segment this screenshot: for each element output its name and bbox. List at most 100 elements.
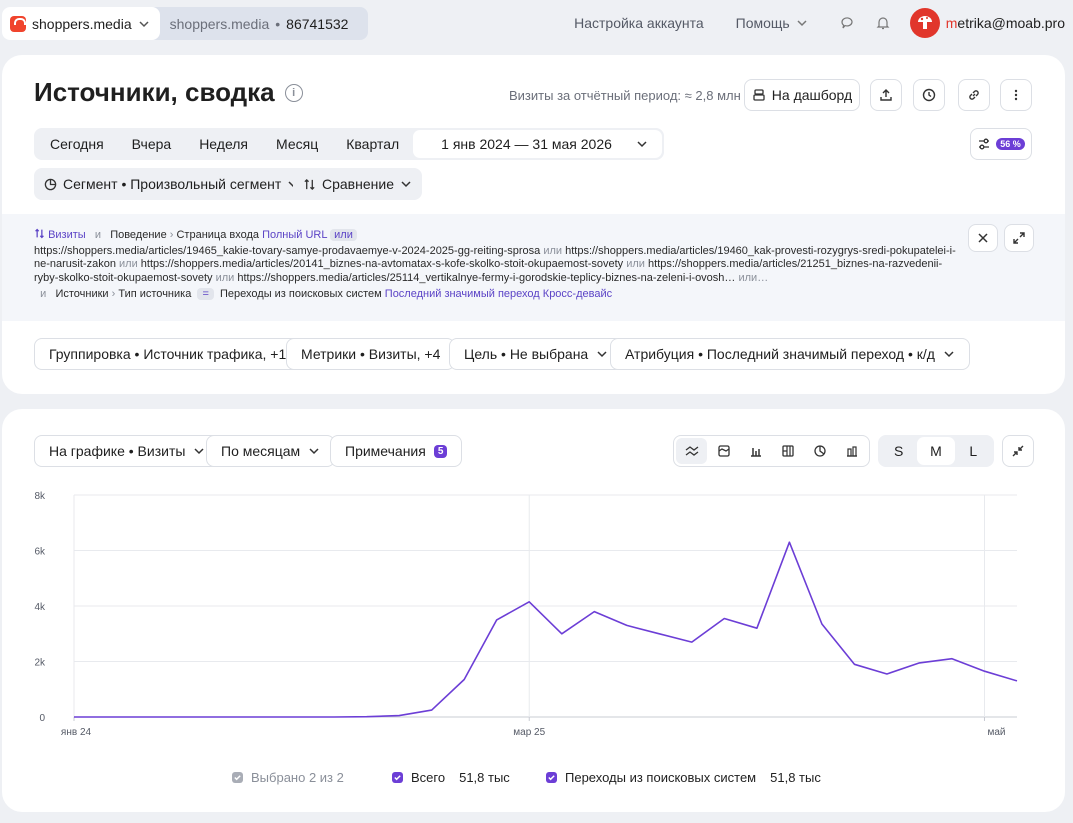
collapse-chart-button[interactable] (1002, 435, 1034, 467)
help-label: Помощь (735, 15, 790, 31)
site-name: shoppers.media (32, 15, 132, 32)
clear-filters-button[interactable] (968, 224, 998, 252)
compare-button[interactable]: Сравнение (293, 168, 422, 200)
stacked-area-icon[interactable] (708, 438, 739, 464)
y-tick-label: 0 (39, 713, 45, 724)
legend-select-all[interactable]: Выбрано 2 из 2 (232, 770, 344, 785)
legend-item-value: 51,8 тыс (459, 769, 510, 785)
x-tick-label: май (987, 727, 1005, 738)
chevron-down-icon (637, 141, 647, 148)
expand-icon (1013, 232, 1025, 244)
chevron-down-icon (401, 181, 411, 188)
column-chart-icon[interactable] (836, 438, 867, 464)
filter-line-behavior: Визиты и Поведение › Страница входа Полн… (34, 228, 1033, 243)
chart-metric-button[interactable]: На графике • Визиты (34, 435, 221, 467)
filter-and: и (40, 288, 47, 300)
chat-icon[interactable] (838, 14, 856, 32)
filter-operator[interactable]: = (197, 288, 214, 300)
period-quarter[interactable]: Квартал (332, 136, 413, 152)
site-switcher[interactable]: shoppers.media shoppers.media • 86741532 (2, 7, 369, 40)
counter-selector[interactable]: shoppers.media • 86741532 (160, 16, 369, 32)
line-chart-icon[interactable] (676, 438, 707, 464)
share-link-button[interactable] (958, 79, 990, 111)
filter-field[interactable]: Полный URL (262, 229, 327, 241)
attribution-button[interactable]: Атрибуция • Последний значимый переход •… (610, 338, 970, 370)
add-to-dashboard-button[interactable]: На дашборд (744, 79, 860, 111)
size-m[interactable]: M (917, 437, 955, 465)
segment-label: Сегмент • Произвольный сегмент (63, 176, 282, 192)
goal-button[interactable]: Цель • Не выбрана (449, 338, 624, 370)
series-line (74, 541, 1018, 718)
user-login-prefix: m (945, 15, 958, 31)
history-button[interactable] (913, 79, 945, 111)
filter-or: или (215, 271, 235, 284)
filter-url: https://shoppers.media/articles/20141_bi… (140, 258, 624, 270)
chart-size-selector: S M L (878, 435, 994, 467)
size-l[interactable]: L (955, 437, 992, 465)
notes-button[interactable]: Примечания 5 (330, 435, 463, 467)
period-yesterday[interactable]: Вчера (118, 136, 186, 152)
site-logo-icon (10, 15, 26, 32)
info-icon[interactable]: i (284, 83, 303, 102)
filter-operator[interactable]: или (330, 229, 357, 241)
more-button[interactable] (1000, 79, 1032, 111)
chevron-down-icon (597, 351, 607, 358)
chevron-down-icon (944, 351, 954, 358)
sampling-button[interactable]: 56 % (970, 128, 1032, 160)
counter-id: 86741532 (286, 15, 349, 32)
filter-cross-device[interactable]: Кросс-девайс (543, 288, 612, 300)
dashboard-label: На дашборд (771, 87, 853, 103)
legend-item-total[interactable]: Всего 51,8 тыс (392, 770, 510, 785)
period-grouping-button[interactable]: По месяцам (206, 435, 336, 467)
site-selector[interactable]: shoppers.media (2, 7, 160, 40)
filter-more[interactable]: или… (738, 272, 768, 284)
period-week[interactable]: Неделя (185, 136, 262, 152)
filter-attribution[interactable]: Последний значимый переход (385, 288, 540, 300)
compare-label: Сравнение (322, 176, 394, 192)
chevron-down-icon (139, 20, 149, 27)
grouping-label: Группировка • Источник трафика, +1 (49, 346, 287, 362)
filter-or: или (626, 258, 645, 270)
checkbox-icon (392, 771, 403, 783)
treemap-icon[interactable] (772, 438, 803, 464)
chevron-down-icon (797, 20, 807, 27)
filter-metric[interactable]: Визиты (48, 229, 86, 241)
account-settings-link[interactable]: Настройка аккаунта (574, 15, 704, 31)
pie-segment-icon (44, 178, 57, 190)
segment-button[interactable]: Сегмент • Произвольный сегмент (34, 168, 310, 200)
goal-label: Цель • Не выбрана (464, 346, 589, 362)
legend-item-search[interactable]: Переходы из поисковых систем 51,8 тыс (546, 770, 821, 785)
chart-legend: Выбрано 2 из 2 Всего 51,8 тыс Переходы и… (2, 767, 1065, 787)
chevron-down-icon (194, 448, 204, 455)
period-today[interactable]: Сегодня (36, 136, 118, 152)
period-month[interactable]: Месяц (262, 136, 332, 152)
bar-chart-icon[interactable] (740, 438, 771, 464)
clock-icon (922, 88, 936, 102)
legend-selected-count: Выбрано 2 из 2 (251, 769, 344, 785)
metrics-button[interactable]: Метрики • Визиты, +4 (286, 338, 456, 370)
period-grouping-label: По месяцам (221, 443, 301, 459)
filter-category: Источники (55, 288, 109, 300)
filter-line-sources: и Источники › Тип источника = Переходы и… (40, 288, 613, 300)
compare-arrows-icon (35, 228, 44, 239)
counter-name: shoppers.media (169, 15, 270, 32)
grouping-button[interactable]: Группировка • Источник трафика, +1 (34, 338, 302, 370)
x-tick-label: мар 25 (513, 727, 545, 738)
user-menu[interactable]: metrika@moab.pro (909, 8, 1065, 38)
visits-summary: Визиты за отчётный период: ≈ 2,8 млн (509, 88, 741, 103)
page-title: Источники, сводка (34, 77, 275, 107)
date-range-picker[interactable]: 1 янв 2024 — 31 мая 2026 (413, 130, 662, 158)
sliders-icon (979, 138, 990, 150)
page-title-wrap: Источники, сводка i (34, 77, 303, 108)
filter-url: https://shoppers.media/articles/19465_ka… (34, 244, 541, 257)
legend-item-name: Переходы из поисковых систем (565, 769, 757, 785)
segment-filters: Визиты и Поведение › Страница входа Полн… (2, 214, 1065, 321)
bell-icon[interactable] (874, 14, 892, 32)
legend-item-name: Всего (411, 769, 446, 785)
expand-filters-button[interactable] (1004, 224, 1034, 252)
size-s[interactable]: S (880, 437, 917, 465)
export-button[interactable] (870, 79, 902, 111)
filter-subcategory: Тип источника (118, 288, 192, 300)
help-menu[interactable]: Помощь (736, 15, 808, 31)
pie-chart-icon[interactable] (804, 438, 835, 464)
